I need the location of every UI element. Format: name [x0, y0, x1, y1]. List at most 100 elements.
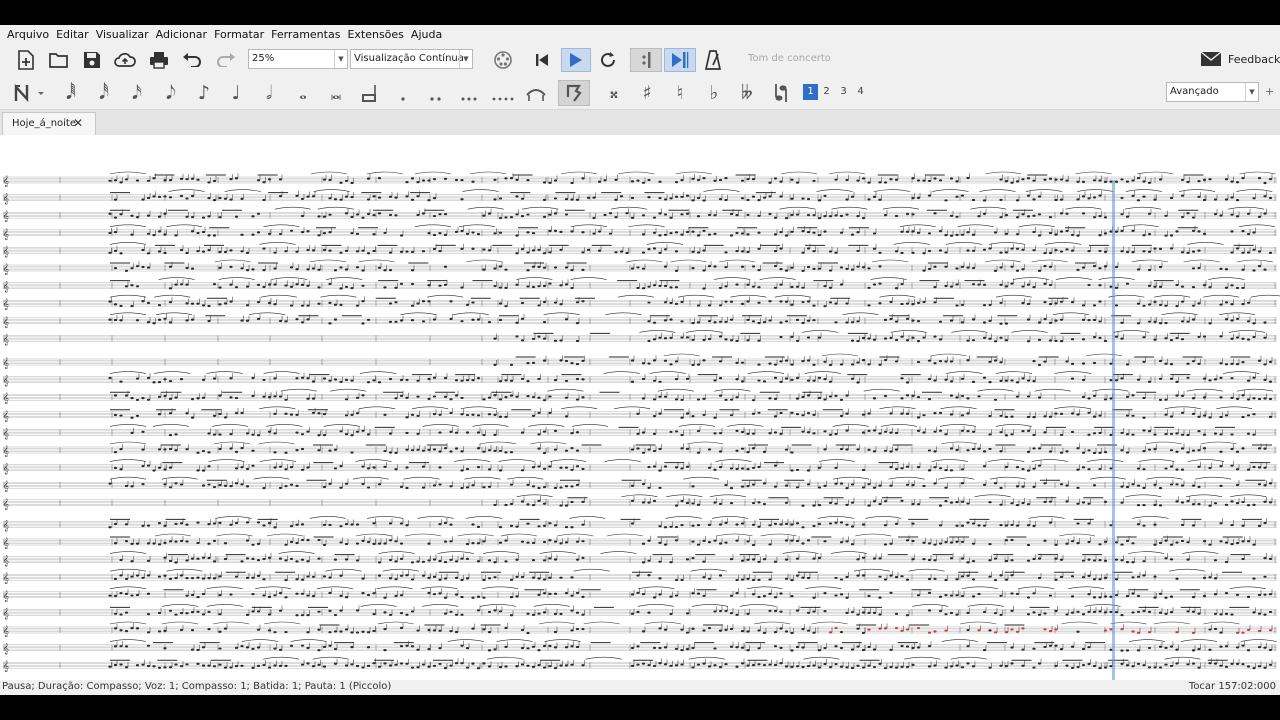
note-head [905, 465, 910, 468]
dot-button[interactable] [389, 80, 417, 106]
zoom-combo[interactable]: 25% ▼ [248, 49, 348, 69]
note-head [850, 377, 855, 380]
concert-pitch-toggle[interactable]: Tom de concerto [748, 53, 831, 64]
note-head [427, 542, 431, 545]
open-button[interactable] [46, 48, 72, 72]
workspace-select[interactable]: Avançado ▼ [1166, 82, 1259, 102]
duration-eighth-alt-button[interactable]: ♪ [190, 80, 218, 106]
note-head [724, 285, 728, 288]
duration-eighth-button[interactable]: 𝅘𝅥𝅮 [157, 80, 185, 106]
note-head [487, 485, 492, 488]
note-head [311, 249, 316, 252]
note-head [1087, 411, 1091, 414]
note-head [289, 466, 294, 469]
add-workspace-button[interactable]: + [1265, 85, 1274, 98]
tab-score[interactable]: Hoje_á_noite ✕ [2, 112, 96, 135]
view-mode-select[interactable]: Visualização Contínua ▼ [350, 49, 473, 69]
clef-icon: 𝄞 [3, 210, 9, 222]
note-head [768, 397, 772, 400]
save-button[interactable] [79, 48, 105, 72]
note-head [399, 522, 404, 525]
note-head [685, 501, 690, 505]
menu-adicionar[interactable]: Adicionar [153, 28, 210, 41]
score-view[interactable]: 𝄞𝄞𝄞𝄞𝄞𝄞𝄞𝄞𝄞𝄞𝄞𝄞𝄞𝄞𝄞𝄞𝄞𝄞𝄞𝄞𝄞𝄞𝄞𝄞𝄞𝄞𝄞𝄞 [0, 135, 1280, 680]
note-head [960, 540, 965, 544]
voice-1-button[interactable]: 1 [803, 84, 818, 100]
duration-32nd-button[interactable]: 𝅘𝅥𝅰 [90, 80, 118, 106]
duration-16th-button[interactable]: 𝅘𝅥𝅯 [123, 80, 151, 106]
note-head [1158, 303, 1163, 307]
duration-half-button[interactable]: 𝅗𝅥 [255, 80, 283, 106]
close-icon[interactable]: ✕ [73, 113, 83, 134]
loop-in-button[interactable] [630, 48, 662, 72]
flip-direction-button[interactable] [767, 80, 795, 106]
note-head [971, 233, 976, 236]
slur [464, 476, 501, 480]
slur [467, 206, 504, 210]
menu-ferramentas[interactable]: Ferramentas [268, 28, 343, 41]
rest-button[interactable] [558, 80, 590, 106]
note-head [905, 317, 910, 320]
sharp-button[interactable]: ♯ [633, 80, 661, 106]
rewind-button[interactable] [529, 48, 555, 72]
play-button[interactable] [561, 48, 591, 72]
duration-64th-button[interactable]: 𝅘𝅥𝅱 [57, 80, 85, 106]
note-head [482, 398, 486, 401]
note-head [806, 483, 811, 486]
voice-2-button[interactable]: 2 [819, 84, 834, 100]
duration-quarter-button[interactable]: ♩ [222, 80, 250, 106]
note-head [1070, 430, 1075, 434]
voice-3-button[interactable]: 3 [836, 84, 851, 100]
note-head [306, 397, 310, 400]
note-head [1153, 447, 1157, 451]
quad-dot-button[interactable] [489, 80, 517, 106]
note-input-mode-button[interactable] [12, 80, 48, 106]
note-head [949, 413, 954, 416]
note-head [1230, 464, 1234, 467]
undo-button[interactable] [179, 48, 205, 72]
note-head [229, 283, 233, 286]
mixer-button[interactable] [490, 48, 516, 72]
duration-breve-button[interactable]: 𝅜 [322, 80, 350, 106]
loop-button[interactable] [595, 48, 621, 72]
note-head [1070, 233, 1075, 237]
voice-4-button[interactable]: 4 [853, 84, 868, 100]
slur [1186, 388, 1223, 392]
new-file-button[interactable] [13, 48, 39, 72]
slur [1034, 388, 1071, 392]
note-head [548, 213, 552, 216]
note-head [674, 250, 679, 253]
note-head [669, 301, 673, 305]
flat-button[interactable]: ♭ [700, 80, 728, 106]
note-head [113, 198, 118, 201]
double-flat-button[interactable]: 𝄫 [733, 80, 761, 106]
double-sharp-button[interactable]: 𝄪 [600, 80, 628, 106]
note-head [795, 318, 800, 321]
natural-button[interactable]: ♮ [666, 80, 694, 106]
metronome-button[interactable] [700, 48, 726, 72]
note-head [520, 469, 525, 472]
menu-arquivo[interactable]: Arquivo [4, 28, 52, 41]
menu-editar[interactable]: Editar [53, 28, 92, 41]
redo-button[interactable] [213, 48, 239, 72]
upload-button[interactable] [112, 48, 138, 72]
triple-dot-button[interactable] [456, 80, 484, 106]
menu-ajuda[interactable]: Ajuda [408, 28, 445, 41]
note-head [927, 449, 932, 452]
duration-longa-button[interactable] [356, 80, 384, 106]
score-canvas[interactable]: 𝄞 𝄞 𝄞 𝄞 𝄞 𝄞 𝄞 𝄞 𝄞 𝄞 𝄞 𝄞 𝄞 𝄞 𝄞 𝄞 𝄞 𝄞 𝄞 𝄞 𝄞 𝄞 𝄞 𝄞 𝄞 𝄞 𝄞 𝄞 [0, 135, 1280, 680]
note-head [1241, 268, 1245, 271]
duration-whole-button[interactable]: 𝅝 [289, 80, 317, 106]
menu-formatar[interactable]: Formatar [211, 28, 267, 41]
slur [870, 277, 907, 280]
double-dot-button[interactable] [422, 80, 450, 106]
tie-button[interactable] [522, 80, 550, 106]
loop-out-button[interactable] [664, 48, 696, 72]
note-head [894, 250, 899, 253]
note-head [966, 359, 970, 362]
menu-visualizar[interactable]: Visualizar [93, 28, 152, 41]
menu-extensoes[interactable]: Extensões [344, 28, 406, 41]
slur [626, 259, 663, 263]
print-button[interactable] [146, 48, 172, 72]
feedback-button[interactable]: Feedback [1200, 51, 1280, 67]
